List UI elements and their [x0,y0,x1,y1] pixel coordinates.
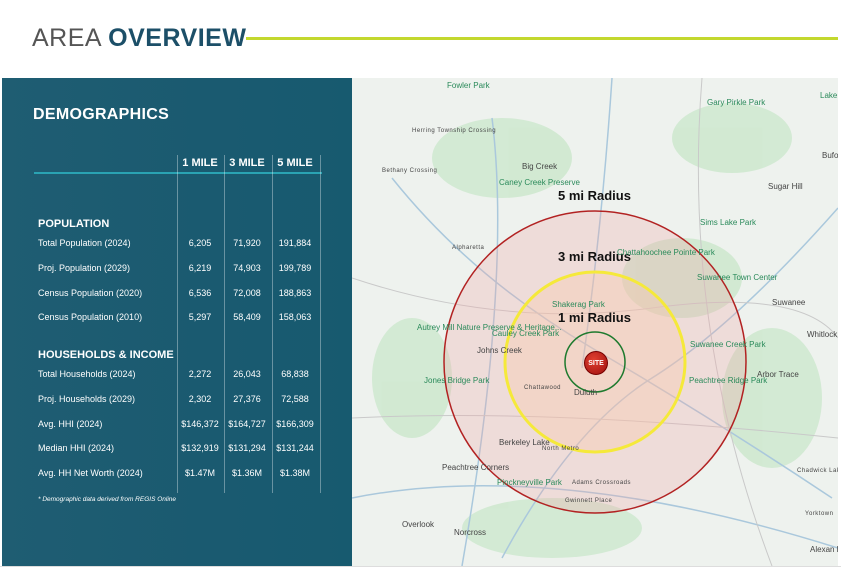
row-value: $166,309 [276,418,314,429]
site-marker[interactable]: SITE [584,351,608,375]
page-title: AREA OVERVIEW [32,24,247,52]
row-label: Total Population (2024) [38,238,131,248]
radius-5mi-label: 5 mi Radius [558,188,631,203]
table-row: Avg. HHI (2024) $146,372 $164,727 $166,309 [38,419,338,431]
map-place-label: Alpharetta [452,245,485,251]
row-value: 188,863 [278,287,312,298]
radius-1mi-label: 1 mi Radius [558,310,631,325]
map-place-label: Chadwick Lake [797,468,838,474]
row-value: 199,789 [278,262,312,273]
table-row: Census Population (2020) 6,536 72,008 188,8… [38,288,338,300]
col-3-mile: 3 MILE [229,157,265,169]
map-place-label: Pinckneyville Park [497,478,562,487]
row-label: Census Population (2020) [38,287,143,298]
row-value: 58,409 [233,312,261,323]
row-value: 6,205 [188,238,212,248]
map-place-label: Johns Creek [477,346,522,355]
row-value: $1.47M [184,468,216,479]
data-source-note: * Demographic data derived from REGIS On… [38,496,177,503]
row-value: 27,376 [233,393,261,404]
table-row: Median HHI (2024) $132,919 $131,294 $131,24… [38,443,338,455]
map-place-label: Shakerag Park [552,300,605,309]
row-value: 158,063 [278,312,312,323]
table-row: Proj. Population (2029) 6,219 74,903 199,78… [38,263,338,275]
map-place-label: North Metro [542,446,580,452]
row-label: Total Households (2024) [38,369,136,379]
row-value: $146,372 [181,418,219,429]
map-place-label: Peachtree Corners [442,463,510,472]
map-place-label: Norcross [454,528,487,537]
row-value: $132,919 [181,443,219,454]
map-place-label: Suwanee [772,298,806,307]
header-rule [34,172,322,174]
table-row: Proj. Households (2029) 2,302 27,376 72,588 [38,394,338,406]
map-place-label: Chattawood [524,385,562,391]
map-place-label: Jones Bridge Park [424,376,490,385]
map-place-label: Bethany Crossing [382,168,438,174]
row-value: 6,219 [188,262,212,273]
table-row: Total Households (2024) 2,272 26,043 68,838 [38,369,338,381]
row-value: $131,294 [228,443,266,454]
row-label: Median HHI (2024) [38,443,115,454]
map-place-label: Arbor Trace [757,370,799,379]
row-value: 191,884 [278,238,312,248]
map-place-label: Chattahoochee Pointe Park [617,248,715,257]
row-value: 5,297 [188,312,212,323]
map-place-label: Fowler Park [447,81,490,90]
map-place-label: Peachtree Ridge Park [689,376,768,385]
map-place-label: Overlook [402,520,435,529]
title-rule [246,37,838,40]
map-place-label: Herring Township Crossing [412,128,497,134]
col-1-mile: 1 MILE [182,157,218,169]
row-label: Proj. Population (2029) [38,262,131,273]
row-value: $1.38M [279,468,311,479]
bottom-rule [0,566,841,567]
demographics-panel: DEMOGRAPHICS 1 MILE 3 MILE 5 MILE POPULA… [2,78,352,566]
map-place-label: Adams Crossroads [572,480,632,486]
map-place-label: Alexan Park [810,545,838,554]
map-place-label: Lake [820,91,838,100]
table-row: Avg. HH Net Worth (2024) $1.47M $1.36M $1.3… [38,468,338,480]
row-value: 6,536 [188,287,212,298]
row-value: 68,838 [281,369,309,379]
map-place-label: Caney Creek Preserve [499,178,580,187]
map-place-label: Whitlock Farms [807,330,838,339]
table-row: Census Population (2010) 5,297 58,409 158,0… [38,312,338,324]
map-place-label: Yorktown [805,511,834,517]
map-place-label: Buford [822,151,838,160]
row-label: Avg. HH Net Worth (2024) [38,468,143,479]
row-value: 2,302 [188,393,212,404]
row-value: 74,903 [233,262,261,273]
map-place-label: Big Creek [522,162,558,171]
map-place-label: Gwinnett Place [565,498,613,504]
row-label: Proj. Households (2029) [38,393,136,404]
row-value: 26,043 [233,369,261,379]
row-value: 71,920 [233,238,261,248]
row-value: 72,008 [233,287,261,298]
map-place-label: Suwanee Town Center [697,273,778,282]
row-label: Avg. HHI (2024) [38,418,103,429]
map-place-label: Duluth [574,388,598,397]
row-value: $1.36M [231,468,263,479]
col-5-mile: 5 MILE [277,157,313,169]
row-value: $131,244 [276,443,314,454]
row-value: $164,727 [228,418,266,429]
map-place-label: Gary Pirkle Park [707,98,766,107]
map-place-label: Autrey Mill Nature Preserve & Heritage..… [417,323,562,332]
demographics-title: DEMOGRAPHICS [33,106,170,123]
row-value: 2,272 [188,369,212,379]
table-row: Total Population (2024) 6,205 71,920 191,88… [38,238,338,250]
row-value: 72,588 [281,393,309,404]
map-place-label: Suwanee Creek Park [690,340,766,349]
radius-map[interactable]: 5 mi Radius 3 mi Radius 1 mi Radius SITE… [352,78,838,566]
map-place-label: Sugar Hill [768,182,803,191]
section-heading: HOUSEHOLDS & INCOME [38,349,174,361]
map-place-label: Sims Lake Park [700,218,757,227]
section-heading: POPULATION [38,218,110,230]
row-label: Census Population (2010) [38,312,143,323]
